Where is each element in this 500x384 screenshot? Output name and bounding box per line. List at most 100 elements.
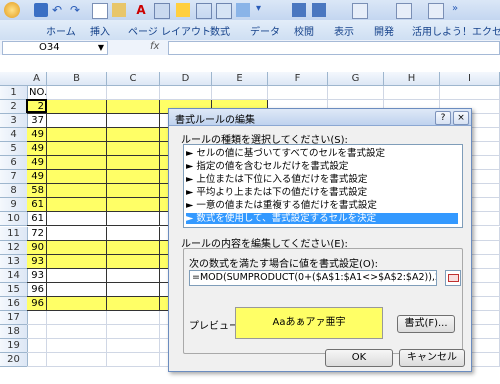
cell[interactable] [107,142,160,157]
macro-icon[interactable] [292,3,306,17]
cell[interactable] [47,128,107,143]
cell[interactable] [107,338,160,353]
customize-qat-icon[interactable]: ▾ [256,3,270,17]
cell[interactable]: 96 [27,282,47,297]
row-header[interactable]: 16 [0,296,28,311]
row-header[interactable]: 4 [0,128,28,143]
cell[interactable] [107,212,160,227]
tab-custom[interactable]: 活用しよう！エクセル [412,23,500,38]
cell[interactable] [47,268,107,283]
row-header[interactable]: 6 [0,156,28,171]
tab-insert[interactable]: 挿入 [90,23,110,38]
cell[interactable]: 49 [27,156,47,171]
cell[interactable] [384,86,440,101]
cell[interactable] [47,184,107,199]
close-button[interactable]: × [453,111,469,125]
cell[interactable] [107,352,160,367]
rule-type-item[interactable]: ► 上位または下位に入る値だけを書式設定 [186,174,458,185]
chart-icon[interactable] [236,3,250,17]
cell[interactable]: 58 [27,184,47,199]
name-box[interactable]: O34 ▼ [2,41,108,55]
row-header[interactable]: 19 [0,338,28,353]
row-header[interactable]: 9 [0,198,28,213]
cell[interactable]: 49 [27,170,47,185]
cell[interactable]: NO. [27,86,47,101]
cell[interactable]: 72 [27,226,47,241]
row-header[interactable]: 17 [0,310,28,325]
function-icon[interactable]: fx [150,41,159,52]
cell[interactable] [107,128,160,143]
cell[interactable]: 61 [27,198,47,213]
window-icon[interactable] [396,3,412,19]
cell[interactable] [107,226,160,241]
cell[interactable] [47,100,107,115]
redo-icon[interactable]: ↷ [70,3,84,17]
help-button[interactable]: ? [435,111,451,125]
row-header[interactable]: 20 [0,352,28,367]
cell[interactable] [107,156,160,171]
borders-icon[interactable] [196,3,212,19]
cell[interactable] [268,86,328,101]
undo-icon[interactable]: ↶ [52,3,66,17]
cell[interactable] [47,114,107,129]
cell[interactable] [27,338,47,353]
cell[interactable] [107,170,160,185]
cell[interactable]: 90 [27,240,47,255]
office-button[interactable] [4,2,20,18]
tab-home[interactable]: ホーム [46,23,76,38]
column-header[interactable]: F [268,72,328,86]
row-header[interactable]: 11 [0,226,28,241]
cell[interactable] [107,198,160,213]
cell[interactable]: 61 [27,212,47,227]
cell[interactable] [107,268,160,283]
column-header[interactable]: D [160,72,212,86]
cell[interactable] [440,86,500,101]
cell[interactable] [107,254,160,269]
cell[interactable] [107,240,160,255]
column-header[interactable]: E [212,72,268,86]
cell[interactable]: 96 [27,296,47,311]
cell[interactable] [47,198,107,213]
cell[interactable] [47,142,107,157]
fill-color-icon[interactable] [176,3,190,17]
cell[interactable] [47,170,107,185]
cell[interactable] [47,338,107,353]
cell[interactable] [107,296,160,311]
row-header[interactable]: 2 [0,100,28,115]
cell[interactable]: 49 [27,128,47,143]
row-header[interactable]: 1 [0,86,28,101]
row-header[interactable]: 5 [0,142,28,157]
select-all-corner[interactable] [0,72,28,86]
more-commands-icon[interactable]: » [452,3,466,17]
cell[interactable] [47,212,107,227]
save-icon[interactable] [34,3,48,17]
collapse-dialog-icon[interactable] [445,270,461,286]
cell[interactable]: 37 [27,114,47,129]
ok-button[interactable]: OK [325,349,393,367]
cell[interactable]: 93 [27,268,47,283]
rule-type-item[interactable]: ► 一意の値または重複する値だけを書式設定 [186,200,458,211]
cell[interactable] [107,86,160,101]
cell[interactable] [107,324,160,339]
cell[interactable] [47,226,107,241]
cell[interactable] [27,324,47,339]
row-header[interactable]: 15 [0,282,28,297]
cell[interactable] [47,254,107,269]
row-header[interactable]: 8 [0,184,28,199]
tab-review[interactable]: 校閲 [294,23,314,38]
format-button[interactable]: 書式(F)... [397,315,455,333]
cell[interactable]: 49 [27,142,47,157]
formula-input[interactable] [168,41,500,55]
cell[interactable] [47,86,107,101]
chevron-down-icon[interactable]: ▼ [98,42,104,54]
cell[interactable] [27,352,47,367]
row-header[interactable]: 3 [0,114,28,129]
row-header[interactable]: 12 [0,240,28,255]
cell[interactable] [107,100,160,115]
column-header[interactable]: H [384,72,440,86]
row-header[interactable]: 18 [0,324,28,339]
row-header[interactable]: 13 [0,254,28,269]
cell[interactable]: 93 [27,254,47,269]
cancel-button[interactable]: キャンセル [399,349,465,367]
font-color-icon[interactable]: A [134,3,148,17]
